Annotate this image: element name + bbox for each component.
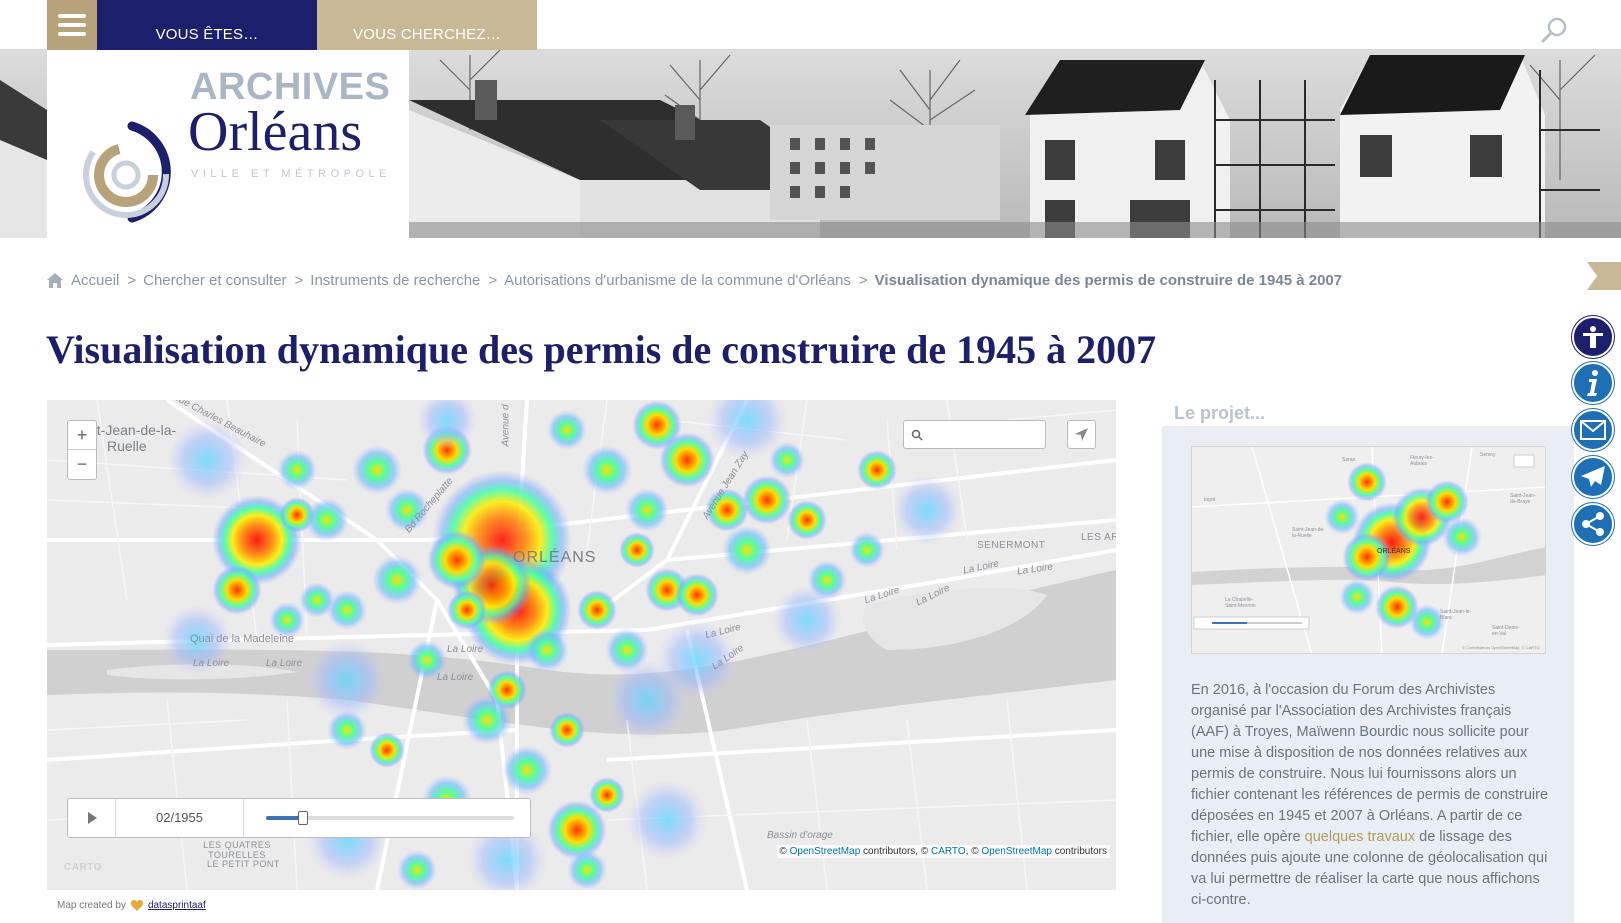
breadcrumb-autorisations[interactable]: Autorisations d'urbanisme de la commune …	[504, 272, 851, 289]
breadcrumb-chercher[interactable]: Chercher et consulter	[143, 272, 286, 289]
hamburger-icon-bar	[58, 32, 86, 36]
thumb-label-saran: Saran	[1342, 457, 1356, 463]
quelques-travaux-link[interactable]: quelques travaux	[1305, 829, 1415, 845]
timeline-handle[interactable]	[298, 811, 308, 825]
osm-link[interactable]: OpenStreetMap	[790, 846, 861, 857]
send-button[interactable]	[1572, 456, 1614, 498]
map-label-street: Avenue d	[500, 404, 512, 447]
info-button[interactable]	[1572, 362, 1614, 404]
map-search-input[interactable]	[928, 425, 1040, 445]
breadcrumb-current: Visualisation dynamique des permis de co…	[874, 272, 1343, 289]
breadcrumb-separator: >	[488, 272, 498, 289]
zoom-out-button[interactable]: −	[68, 450, 96, 479]
share-icon	[1582, 512, 1604, 536]
map-label-orleans: ORLÉANS	[513, 549, 597, 566]
mail-button[interactable]	[1572, 409, 1614, 451]
credit-author-link[interactable]: datasprintaaf	[148, 900, 206, 911]
play-icon	[88, 812, 97, 824]
map-label-saint-jean: nt-Jean-de-la-	[89, 422, 177, 438]
thumb-label-saint-jean-blanc: Saint-Jean-le-Blanc	[1440, 609, 1472, 621]
logo-subtitle: VILLE ET MÉTROPOLE	[191, 168, 392, 180]
hamburger-icon-bar	[58, 23, 86, 27]
project-thumbnail[interactable]: ORLÉANS Fleury-les-Aubrais Saint-Jean-de…	[1191, 446, 1546, 654]
tab-vous-cherchez[interactable]: VOUS CHERCHEZ…	[317, 0, 537, 50]
osm-link[interactable]: OpenStreetMap	[981, 846, 1052, 857]
thumb-label-saint-denis: Saint-Denis-en-Val	[1492, 625, 1520, 637]
locate-arrow-icon	[1075, 428, 1088, 441]
project-title: Le projet...	[1174, 403, 1266, 423]
thumb-label-saint-jean-braye: Saint-Jean-de-Braye	[1510, 493, 1536, 505]
map-label-bassin: Bassin d'orage	[767, 830, 833, 841]
breadcrumb-separator: >	[294, 272, 304, 289]
project-description: En 2016, à l'occasion du Forum des Archi…	[1191, 680, 1549, 911]
heatmap-thumbnail	[1192, 447, 1545, 653]
map-label-loire: La Loire	[447, 644, 484, 655]
accessibility-button[interactable]	[1572, 316, 1614, 358]
carto-link[interactable]: CARTO	[931, 846, 966, 857]
map-search-box	[903, 420, 1046, 449]
thumb-label-saint-jean-ruelle: Saint-Jean-de-la-Ruelle	[1292, 527, 1325, 539]
mail-icon	[1580, 420, 1606, 440]
info-icon	[1587, 370, 1598, 396]
carto-watermark: CARTO	[64, 862, 102, 873]
thumb-label-ingre: Ingré	[1204, 497, 1216, 503]
thumb-label-orleans: ORLÉANS	[1377, 548, 1411, 555]
heatmap-map[interactable]: nt-Jean-de-la- Ruelle ORLÉANS SENERMONT …	[47, 400, 1116, 890]
attribution-text: ©	[779, 846, 787, 857]
map-label-senermont: SENERMONT	[977, 540, 1046, 551]
map-label-loire: La Loire	[266, 658, 303, 669]
project-text-1: En 2016, à l'occasion du Forum des Archi…	[1191, 682, 1549, 845]
timeline-date: 02/1955	[116, 799, 244, 837]
search-icon	[911, 429, 923, 441]
archives-logo-icon	[83, 121, 171, 223]
zoom-control: + −	[67, 420, 97, 480]
logo-orleans-text: Orléans	[188, 101, 363, 163]
breadcrumb: Accueil > Chercher et consulter > Instru…	[47, 272, 1342, 289]
breadcrumb-home[interactable]: Accueil	[71, 272, 119, 289]
map-label-loire: La Loire	[193, 658, 230, 669]
timeline-control: 02/1955	[67, 798, 531, 838]
thumb-label-chapelle: La Chapelle-Saint-Mesmin	[1225, 597, 1256, 609]
top-nav: VOUS ÊTES… VOUS CHERCHEZ…	[0, 0, 1621, 50]
heart-icon	[130, 900, 143, 911]
breadcrumb-instruments[interactable]: Instruments de recherche	[310, 272, 480, 289]
map-label-quatres-tourelles: LES QUATRES TOURELLES	[203, 840, 271, 860]
locate-button[interactable]	[1067, 420, 1096, 449]
thumb-label-fleury: Fleury-les-Aubrais	[1410, 455, 1434, 467]
map-credit: Map created by datasprintaaf	[57, 900, 206, 911]
timeline-slider[interactable]	[266, 811, 514, 825]
breadcrumb-separator: >	[858, 272, 868, 289]
play-button[interactable]	[68, 799, 116, 837]
attribution-text: contributors, ©	[863, 846, 929, 857]
map-label-quai: Quai de la Madeleine	[190, 633, 294, 645]
tab-vous-etes[interactable]: VOUS ÊTES…	[97, 0, 317, 50]
thumb-credit: © Contributeurs OpenStreetMap, © CARTO	[1462, 645, 1540, 650]
zoom-in-button[interactable]: +	[68, 421, 96, 450]
accessibility-icon	[1583, 326, 1603, 348]
map-label-petit-pont: LE PETIT PONT	[207, 859, 280, 869]
share-button[interactable]	[1572, 503, 1614, 545]
hamburger-icon	[58, 14, 86, 18]
thumb-label-semoy: Semoy	[1480, 452, 1496, 458]
attribution-text: , ©	[965, 846, 979, 857]
search-icon[interactable]	[1540, 16, 1568, 44]
bookmark-ribbon	[1587, 262, 1621, 290]
attribution-text: contributors	[1054, 846, 1107, 857]
map-label-ruelle: Ruelle	[107, 438, 147, 454]
credit-prefix: Map created by	[57, 900, 126, 911]
home-icon[interactable]	[47, 273, 63, 288]
page-title: Visualisation dynamique des permis de co…	[46, 327, 1157, 372]
map-label-loire: La Loire	[437, 672, 474, 683]
map-attribution: © OpenStreetMap contributors, © CARTO, ©…	[776, 845, 1110, 858]
menu-button[interactable]	[47, 0, 97, 50]
map-label-les-ar: LES AR	[1081, 532, 1116, 543]
send-icon	[1581, 466, 1605, 487]
breadcrumb-separator: >	[127, 272, 137, 289]
